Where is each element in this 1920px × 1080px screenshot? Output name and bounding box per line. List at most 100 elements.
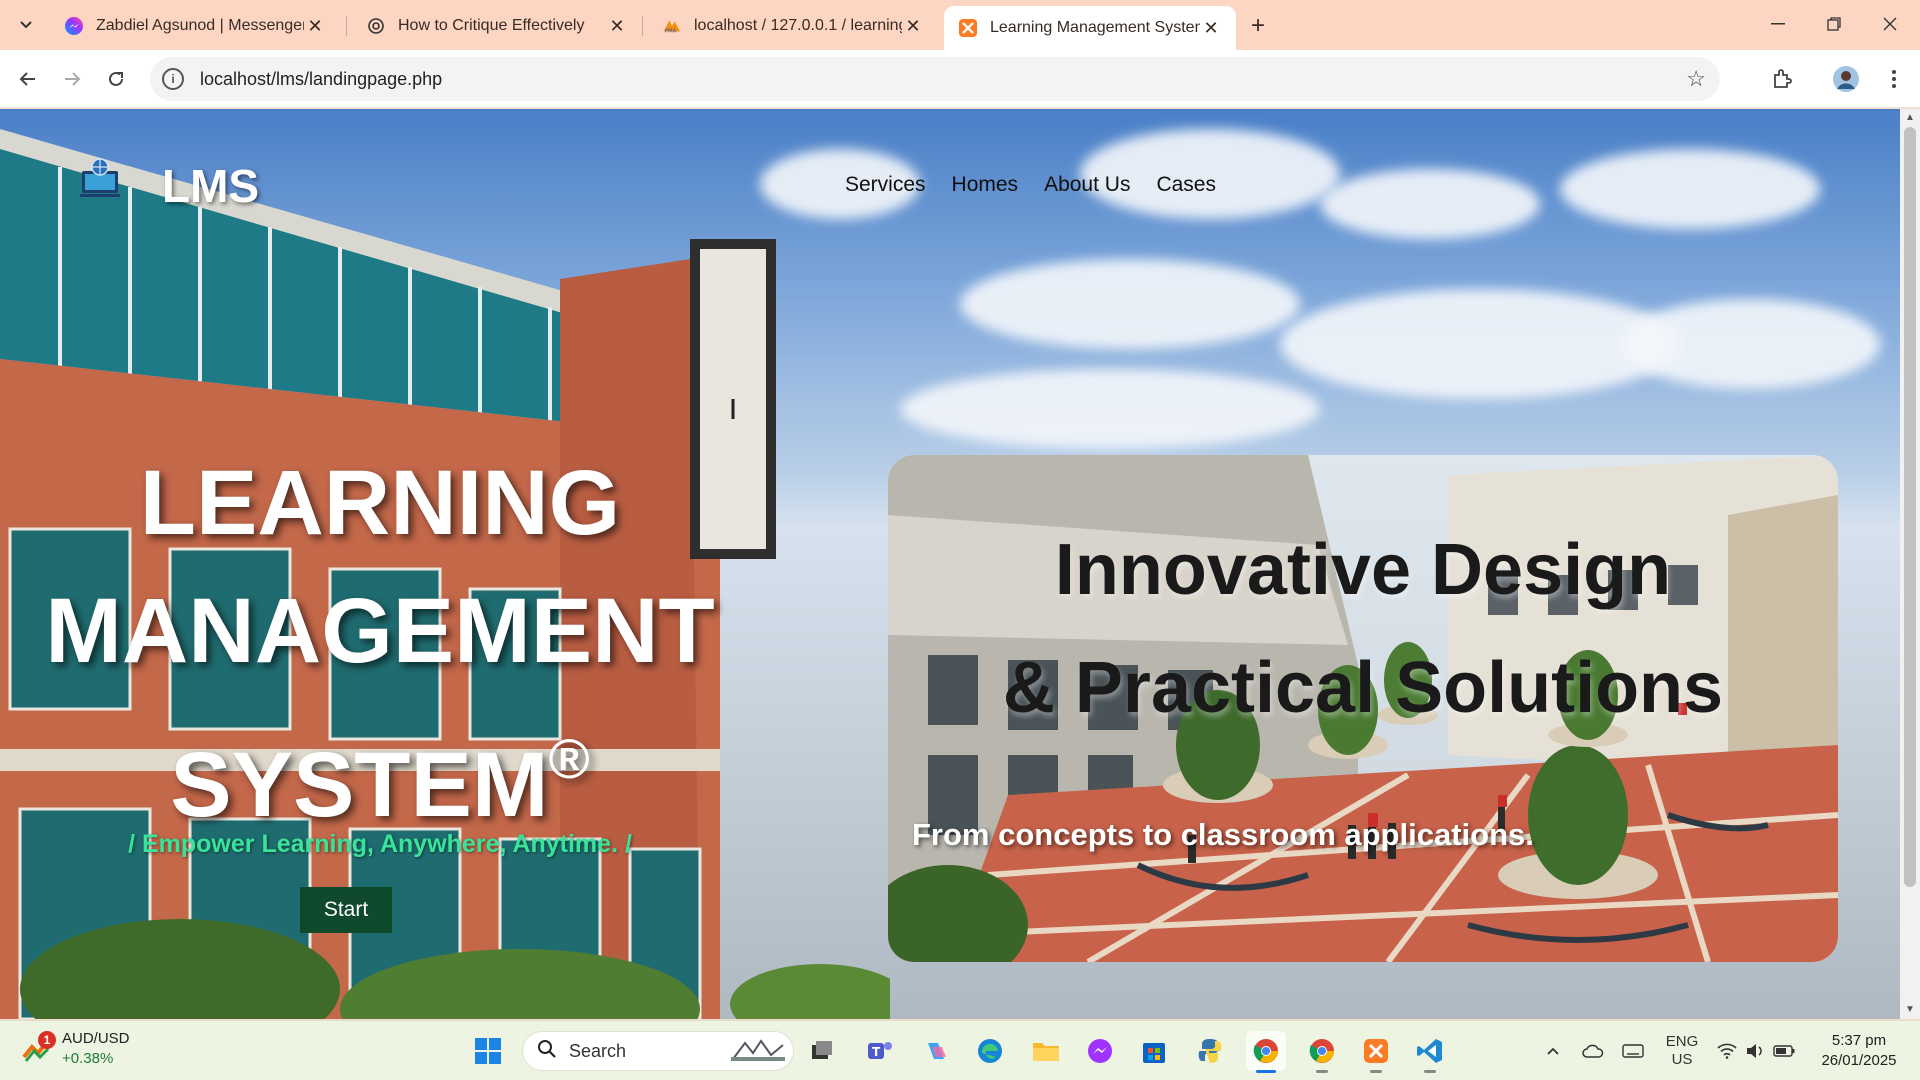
scrollbar-thumb[interactable] (1904, 127, 1916, 887)
page-scrollbar[interactable]: ▲ ▼ (1900, 109, 1920, 1019)
tab-messenger[interactable]: Zabdiel Agsunod | Messenger ✕ (50, 6, 340, 46)
battery-icon[interactable] (1770, 1021, 1798, 1080)
more-menu-icon[interactable] (1878, 63, 1910, 95)
hero-line-3: SYSTEM® (0, 695, 760, 849)
hero-line-3-text: SYSTEM (170, 734, 549, 836)
volume-icon[interactable] (1742, 1021, 1768, 1080)
vscode-icon[interactable] (1410, 1031, 1450, 1073)
tab-separator (346, 16, 347, 36)
close-tab-icon[interactable]: ✕ (606, 15, 628, 37)
copilot-icon[interactable] (916, 1031, 956, 1071)
svg-text:PMA: PMA (665, 28, 677, 34)
tab-phpmyadmin[interactable]: PMA localhost / 127.0.0.1 / learning_ ✕ (648, 6, 938, 46)
wifi-icon[interactable] (1714, 1021, 1740, 1080)
edge-icon[interactable] (970, 1031, 1010, 1071)
hero-tagline: / Empower Learning, Anywhere, Anytime. / (128, 830, 632, 858)
running-indicator (1316, 1070, 1328, 1073)
running-indicator (1424, 1070, 1436, 1073)
tab-strip: Zabdiel Agsunod | Messenger ✕ How to Cri… (0, 0, 1920, 50)
search-label: Search (569, 1040, 627, 1061)
teams-icon[interactable]: T (860, 1031, 900, 1071)
back-button[interactable] (12, 63, 44, 95)
site-info-icon[interactable]: i (162, 68, 184, 90)
currency-change: +0.38% (62, 1050, 114, 1067)
tab-chatgpt[interactable]: How to Critique Effectively ✕ (352, 6, 642, 46)
card-heading-line-2: & Practical Solutions (1002, 648, 1724, 728)
search-highlight-icon (731, 1035, 785, 1068)
hero-line-2: MANAGEMENT (45, 580, 715, 682)
messenger-app-icon[interactable] (1080, 1031, 1120, 1071)
extensions-icon[interactable] (1766, 63, 1798, 95)
taskbar-search[interactable]: Search (522, 1031, 794, 1071)
start-button[interactable]: Start (300, 887, 392, 933)
clock-time: 5:37 pm (1831, 1032, 1887, 1049)
svg-text:T: T (872, 1045, 881, 1059)
active-indicator (1256, 1070, 1276, 1073)
tab-title: Learning Management System (990, 19, 1200, 36)
nav-about-us[interactable]: About Us (1044, 173, 1130, 197)
scroll-down-arrow-icon[interactable]: ▼ (1904, 1004, 1916, 1016)
task-view-icon[interactable] (802, 1031, 842, 1071)
url-text: localhost/lms/landingpage.php (200, 68, 443, 89)
notification-badge: 1 (38, 1031, 56, 1049)
forward-button[interactable] (56, 63, 88, 95)
hero-heading: LEARNING MANAGEMENT SYSTEM® (0, 439, 760, 849)
clock-date: 26/01/2025 (1821, 1052, 1897, 1069)
cloud (1620, 299, 1880, 389)
tab-search-chevron-icon[interactable] (12, 11, 40, 39)
restore-button[interactable] (1806, 0, 1862, 48)
tab-title: localhost / 127.0.0.1 / learning_ (694, 17, 902, 34)
close-tab-icon[interactable]: ✕ (1200, 17, 1222, 39)
language-indicator[interactable]: ENG US (1660, 1021, 1704, 1080)
new-tab-button[interactable]: + (1244, 12, 1272, 40)
address-bar[interactable]: i localhost/lms/landingpage.php ☆ (150, 57, 1720, 101)
card-subtitle: From concepts to classroom applications. (912, 817, 1534, 852)
close-window-button[interactable] (1862, 0, 1918, 48)
messenger-icon (64, 16, 84, 36)
brand-title[interactable]: LMS (162, 159, 259, 213)
currency-widget[interactable]: 1 AUD/USD +0.38% (20, 1029, 130, 1069)
running-indicator (1370, 1070, 1382, 1073)
tab-title: How to Critique Effectively (398, 17, 585, 34)
cloud (1320, 169, 1540, 239)
chrome-active-icon[interactable] (1246, 1031, 1286, 1073)
python-icon[interactable] (1190, 1031, 1230, 1071)
chrome-profile-icon[interactable] (1302, 1031, 1342, 1073)
card-heading-line-1: Innovative Design (1054, 530, 1672, 610)
chatgpt-icon (366, 16, 386, 36)
page-viewport: LMS Services Homes About Us Cases LEARNI… (0, 109, 1900, 1019)
lms-logo-icon[interactable] (78, 157, 122, 201)
microsoft-store-icon[interactable] (1134, 1031, 1174, 1071)
close-tab-icon[interactable]: ✕ (304, 15, 326, 37)
cloud (900, 369, 1320, 449)
system-clock[interactable]: 5:37 pm 26/01/2025 (1806, 1031, 1912, 1071)
tab-separator (642, 16, 643, 36)
show-hidden-icons-icon[interactable] (1538, 1021, 1568, 1080)
feature-card: Innovative Design & Practical Solutions … (888, 455, 1838, 962)
file-explorer-icon[interactable] (1026, 1031, 1066, 1071)
bookmark-star-icon[interactable]: ☆ (1686, 66, 1706, 92)
minimize-button[interactable] (1750, 0, 1806, 48)
top-navigation: Services Homes About Us Cases (845, 173, 1216, 197)
profile-avatar[interactable] (1830, 63, 1862, 95)
windows-taskbar: 1 AUD/USD +0.38% Search T ENG US 5:37 pm… (0, 1020, 1920, 1080)
tab-lms[interactable]: Learning Management System ✕ (944, 6, 1236, 50)
tab-title: Zabdiel Agsunod | Messenger (96, 17, 304, 34)
nav-cases[interactable]: Cases (1156, 173, 1216, 197)
nav-services[interactable]: Services (845, 173, 926, 197)
reload-button[interactable] (100, 63, 132, 95)
onedrive-icon[interactable] (1578, 1021, 1608, 1080)
start-menu-icon[interactable] (468, 1031, 508, 1071)
close-tab-icon[interactable]: ✕ (902, 15, 924, 37)
nav-homes[interactable]: Homes (952, 173, 1019, 197)
registered-mark: ® (548, 727, 590, 790)
search-icon (537, 1039, 557, 1064)
region-code: US (1671, 1051, 1693, 1068)
currency-pair: AUD/USD (62, 1030, 130, 1047)
scroll-up-arrow-icon[interactable]: ▲ (1904, 112, 1916, 124)
xampp-app-icon[interactable] (1356, 1031, 1396, 1073)
card-heading: Innovative Design & Practical Solutions (888, 511, 1838, 747)
keyboard-icon[interactable] (1616, 1021, 1650, 1080)
cloud (960, 259, 1300, 349)
xampp-icon (958, 18, 978, 38)
